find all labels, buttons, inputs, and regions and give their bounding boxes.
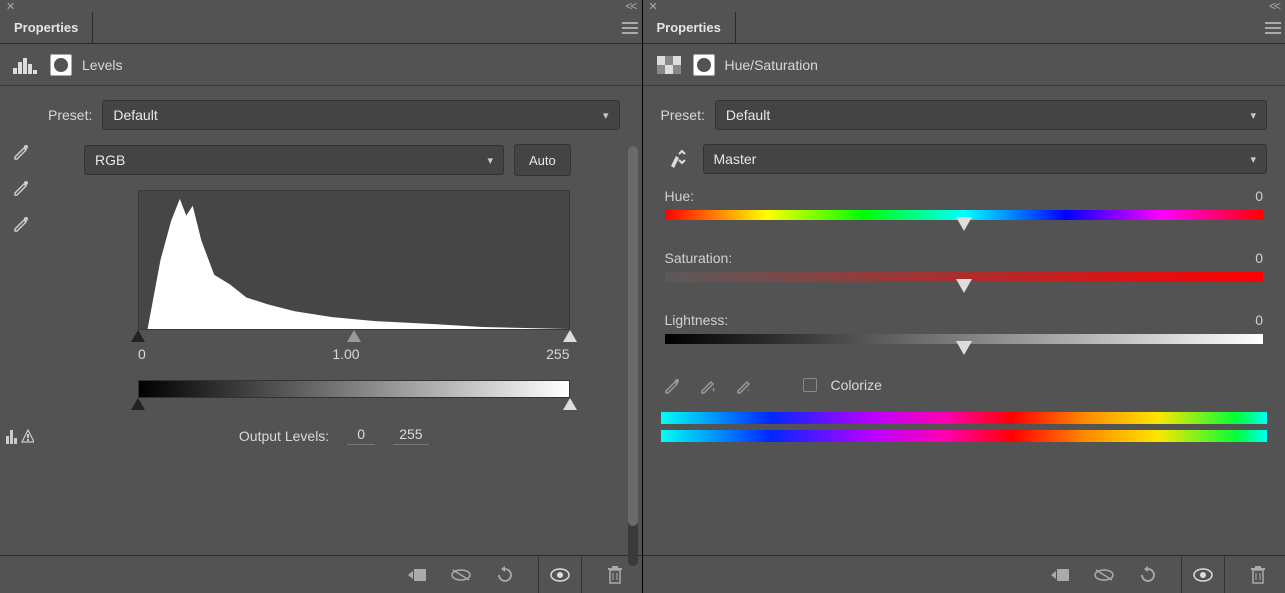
tab-properties[interactable]: Properties bbox=[0, 12, 93, 43]
lightness-label: Lightness: bbox=[665, 312, 729, 328]
view-previous-icon[interactable] bbox=[450, 564, 472, 586]
mask-icon[interactable] bbox=[693, 54, 715, 76]
lightness-value[interactable]: 0 bbox=[1255, 312, 1263, 328]
eyedropper-gray-icon[interactable] bbox=[10, 176, 32, 198]
lightness-slider-thumb[interactable] bbox=[956, 341, 972, 355]
tab-properties[interactable]: Properties bbox=[643, 12, 736, 43]
visibility-icon[interactable] bbox=[1192, 564, 1214, 586]
panel-menu-icon[interactable] bbox=[618, 12, 642, 43]
gamma-handle[interactable] bbox=[347, 330, 361, 342]
channel-value: RGB bbox=[95, 152, 125, 168]
hue-saturation-icon bbox=[655, 54, 683, 76]
output-slider-track[interactable] bbox=[138, 398, 570, 410]
histogram bbox=[138, 190, 570, 330]
reset-icon[interactable] bbox=[1137, 564, 1159, 586]
chevron-down-icon: ▾ bbox=[487, 154, 493, 167]
close-icon[interactable]: ✕ bbox=[649, 0, 658, 13]
chevron-down-icon: ▾ bbox=[1250, 153, 1256, 166]
auto-button[interactable]: Auto bbox=[514, 144, 571, 176]
eyedropper-subtract-icon[interactable]: - bbox=[733, 374, 755, 396]
eyedropper-black-icon[interactable] bbox=[10, 140, 32, 162]
hue-label: Hue: bbox=[665, 188, 695, 204]
output-black-value[interactable]: 0 bbox=[347, 426, 375, 445]
panel-menu-icon[interactable] bbox=[1261, 12, 1285, 43]
output-black-handle[interactable] bbox=[131, 398, 145, 410]
svg-text:-: - bbox=[747, 385, 750, 394]
black-point-handle[interactable] bbox=[131, 330, 145, 342]
hue-slider-thumb[interactable] bbox=[956, 217, 972, 231]
preset-label: Preset: bbox=[48, 107, 92, 123]
saturation-label: Saturation: bbox=[665, 250, 733, 266]
range-value: Master bbox=[714, 151, 757, 167]
input-black-value[interactable]: 0 bbox=[138, 346, 146, 362]
output-white-value[interactable]: 255 bbox=[393, 426, 428, 445]
levels-icon bbox=[12, 54, 40, 76]
colorize-checkbox[interactable] bbox=[803, 378, 817, 392]
output-white-handle[interactable] bbox=[563, 398, 577, 410]
output-label: Output Levels: bbox=[239, 428, 329, 444]
clip-to-layer-icon[interactable] bbox=[1049, 564, 1071, 586]
spectrum-bottom bbox=[661, 430, 1268, 442]
channel-select[interactable]: RGB ▾ bbox=[84, 145, 504, 175]
clip-warning-icon[interactable] bbox=[6, 426, 34, 444]
view-previous-icon[interactable] bbox=[1093, 564, 1115, 586]
trash-icon[interactable] bbox=[1247, 564, 1269, 586]
input-gamma-value[interactable]: 1.00 bbox=[332, 346, 359, 362]
white-point-handle[interactable] bbox=[563, 330, 577, 342]
input-white-value[interactable]: 255 bbox=[546, 346, 569, 362]
adjustment-title: Hue/Saturation bbox=[725, 57, 818, 73]
colorize-label: Colorize bbox=[831, 377, 882, 393]
clip-to-layer-icon[interactable] bbox=[406, 564, 428, 586]
chevron-down-icon: ▾ bbox=[603, 109, 609, 122]
eyedropper-white-icon[interactable] bbox=[10, 212, 32, 234]
saturation-value[interactable]: 0 bbox=[1255, 250, 1263, 266]
close-icon[interactable]: ✕ bbox=[6, 0, 15, 13]
mask-icon[interactable] bbox=[50, 54, 72, 76]
preset-select[interactable]: Default ▾ bbox=[715, 100, 1267, 130]
chevron-down-icon: ▾ bbox=[1250, 109, 1256, 122]
reset-icon[interactable] bbox=[494, 564, 516, 586]
visibility-icon[interactable] bbox=[549, 564, 571, 586]
range-select[interactable]: Master ▾ bbox=[703, 144, 1268, 174]
targeted-adjustment-icon[interactable] bbox=[661, 148, 693, 170]
eyedropper-add-icon[interactable]: + bbox=[697, 374, 719, 396]
eyedropper-icon[interactable] bbox=[661, 374, 683, 396]
saturation-slider-thumb[interactable] bbox=[956, 279, 972, 293]
svg-text:+: + bbox=[711, 385, 716, 394]
trash-icon[interactable] bbox=[604, 564, 626, 586]
hue-value[interactable]: 0 bbox=[1255, 188, 1263, 204]
output-gradient bbox=[138, 380, 570, 398]
adjustment-title: Levels bbox=[82, 57, 122, 73]
input-slider-track[interactable] bbox=[138, 330, 570, 342]
scrollbar[interactable] bbox=[628, 146, 638, 566]
preset-value: Default bbox=[726, 107, 770, 123]
preset-select[interactable]: Default ▾ bbox=[102, 100, 619, 130]
preset-label: Preset: bbox=[661, 107, 705, 123]
preset-value: Default bbox=[113, 107, 157, 123]
spectrum-top bbox=[661, 412, 1268, 424]
